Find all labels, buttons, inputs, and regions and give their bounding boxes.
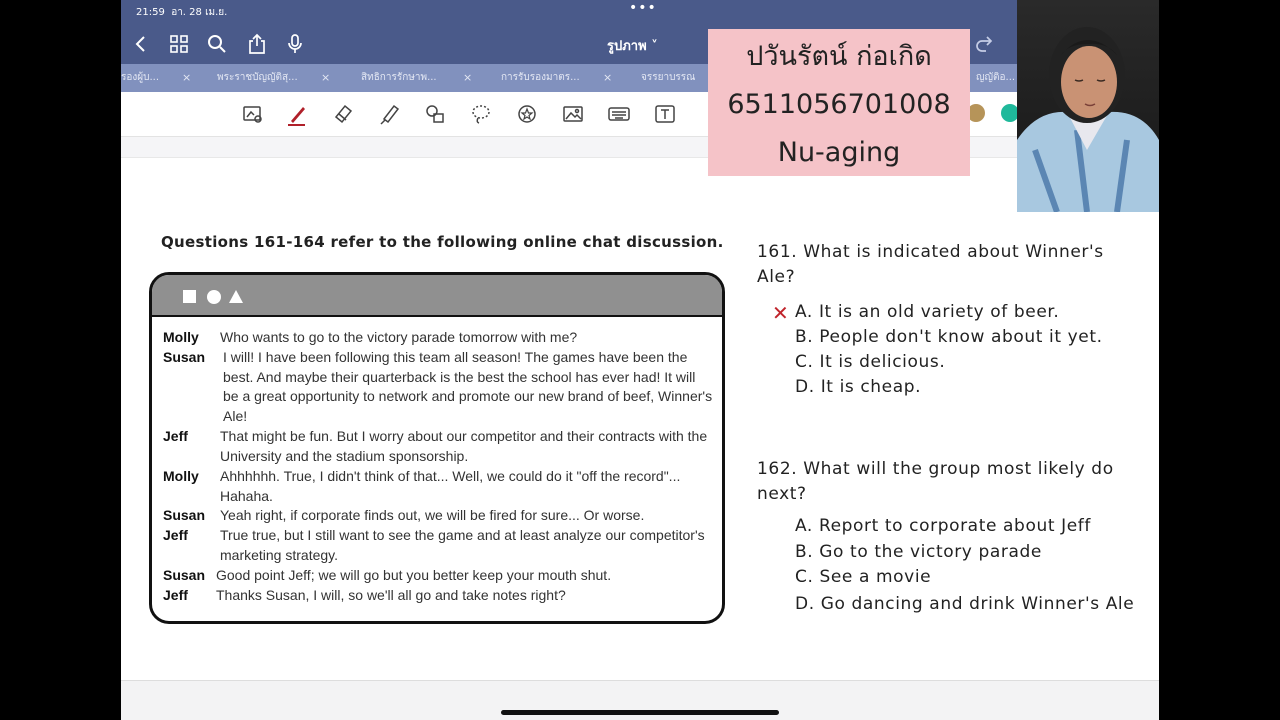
eraser-icon[interactable]: [331, 102, 355, 126]
question-161: 161. What is indicated about Winner's Al…: [757, 242, 1104, 287]
lasso-image-icon[interactable]: [241, 102, 265, 126]
option-162-c: C. See a movie: [795, 567, 932, 587]
status-time: 21:59 อา. 28 เม.ย.: [136, 7, 228, 18]
mic-icon[interactable]: [283, 32, 307, 56]
bottom-area: [121, 680, 1159, 720]
chat-window: Molly Who wants to go to the victory para…: [149, 272, 725, 624]
sticker-icon[interactable]: [515, 102, 539, 126]
home-indicator[interactable]: [501, 710, 779, 715]
pen-icon[interactable]: [285, 102, 309, 126]
nav-bar: รูปภาพ ˅: [121, 24, 1159, 64]
highlighter-icon[interactable]: [377, 102, 401, 126]
tab-5[interactable]: จรรยาบรรณ: [641, 64, 711, 92]
tab-1[interactable]: รองผู้บ...: [121, 64, 169, 92]
document-title[interactable]: รูปภาพ ˅: [607, 35, 658, 56]
drawing-toolbar: [121, 92, 1159, 137]
tab-2[interactable]: พระราชบัญญัติสุ...: [217, 64, 315, 92]
option-162-b: B. Go to the victory parade: [795, 542, 1042, 562]
option-161-c: C. It is delicious.: [795, 352, 946, 372]
option-162-d: D. Go dancing and drink Winner's Ale: [795, 594, 1135, 614]
tab-4[interactable]: การรับรองมาตร...: [501, 64, 589, 92]
webcam-overlay: [1017, 0, 1159, 212]
page-gap: [121, 137, 1159, 158]
circle-icon: [207, 290, 221, 304]
student-id: 6511056701008: [727, 89, 951, 120]
option-161-d: D. It is cheap.: [795, 377, 922, 397]
status-bar: 21:59 อา. 28 เม.ย. •••: [121, 0, 1159, 24]
option-162-a: A. Report to corporate about Jeff: [795, 516, 1091, 536]
course-name: Nu-aging: [777, 137, 901, 168]
name-sticky-note: ปวันรัตน์ ก่อเกิด 6511056701008 Nu-aging: [708, 29, 970, 176]
triangle-icon: [229, 290, 243, 303]
tab-close-icon[interactable]: ×: [603, 64, 612, 92]
option-161-b: B. People don't know about it yet.: [795, 327, 1103, 347]
lasso-icon[interactable]: [469, 102, 493, 126]
tab-close-icon[interactable]: ×: [182, 64, 191, 92]
shapes-icon[interactable]: [423, 102, 447, 126]
image-icon[interactable]: [561, 102, 585, 126]
square-icon: [183, 290, 196, 303]
share-icon[interactable]: [245, 32, 269, 56]
option-161-a: A. It is an old variety of beer.: [795, 302, 1060, 322]
tab-close-icon[interactable]: ×: [463, 64, 472, 92]
ipad-screen: 21:59 อา. 28 เม.ย. ••• รูปภาพ ˅ รองผู้บ.…: [121, 0, 1159, 720]
wrong-answer-mark: ✕: [772, 301, 789, 325]
letterbox-right: [1159, 0, 1280, 720]
document-page[interactable]: Questions 161-164 refer to the following…: [121, 158, 1159, 680]
webcam-person: [1017, 27, 1159, 212]
multitask-dots[interactable]: •••: [629, 0, 657, 16]
chat-window-header: [152, 275, 722, 317]
tab-3[interactable]: สิทธิการรักษาพ...: [361, 64, 449, 92]
grid-icon[interactable]: [167, 32, 191, 56]
question-162: 162. What will the group most likely do …: [757, 459, 1114, 504]
document-tabs: รองผู้บ... × พระราชบัญญัติสุ... × สิทธิก…: [121, 64, 1159, 92]
text-box-icon[interactable]: [653, 102, 677, 126]
keyboard-icon[interactable]: [607, 102, 631, 126]
redo-icon[interactable]: [973, 32, 997, 56]
tab-close-icon[interactable]: ×: [321, 64, 330, 92]
search-icon[interactable]: [205, 32, 229, 56]
back-icon[interactable]: [129, 32, 153, 56]
questions-heading: Questions 161-164 refer to the following…: [161, 233, 724, 251]
student-name: ปวันรัตน์ ก่อเกิด: [746, 41, 932, 72]
